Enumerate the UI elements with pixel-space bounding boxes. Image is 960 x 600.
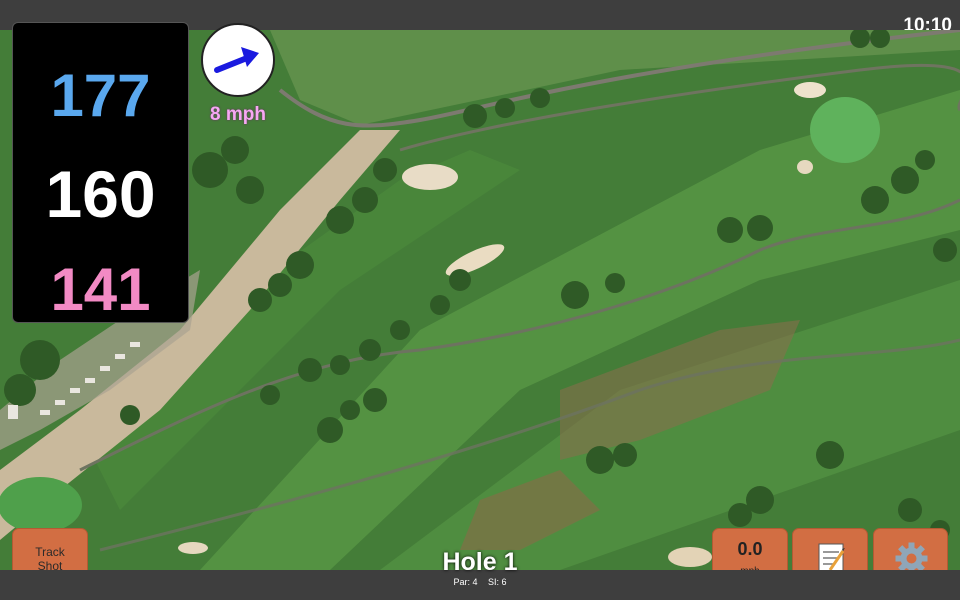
- bunker: [402, 164, 458, 190]
- hole-info: Par: 4 SI: 6: [380, 577, 580, 587]
- putting-green: [810, 97, 880, 163]
- wind-speed-label: 8 mph: [210, 104, 266, 125]
- track-shot-label: Track: [35, 545, 65, 559]
- hole-par: Par: 4: [453, 577, 478, 587]
- middle-distance: 160: [45, 157, 156, 231]
- bunker: [794, 82, 826, 98]
- hole-stroke-index: SI: 6: [488, 577, 507, 587]
- hole-title: Hole 1: [442, 548, 518, 576]
- distance-panel: 177 160 141: [12, 22, 189, 323]
- putting-green: [0, 477, 82, 533]
- wind-indicator: [201, 23, 275, 97]
- arrow-icon: [214, 47, 259, 73]
- bunker: [668, 547, 712, 567]
- back-distance: 177: [50, 62, 151, 129]
- front-distance: 141: [50, 256, 151, 323]
- bunker: [797, 160, 813, 174]
- bunker: [178, 542, 208, 554]
- speed-value: 0.0: [737, 539, 763, 559]
